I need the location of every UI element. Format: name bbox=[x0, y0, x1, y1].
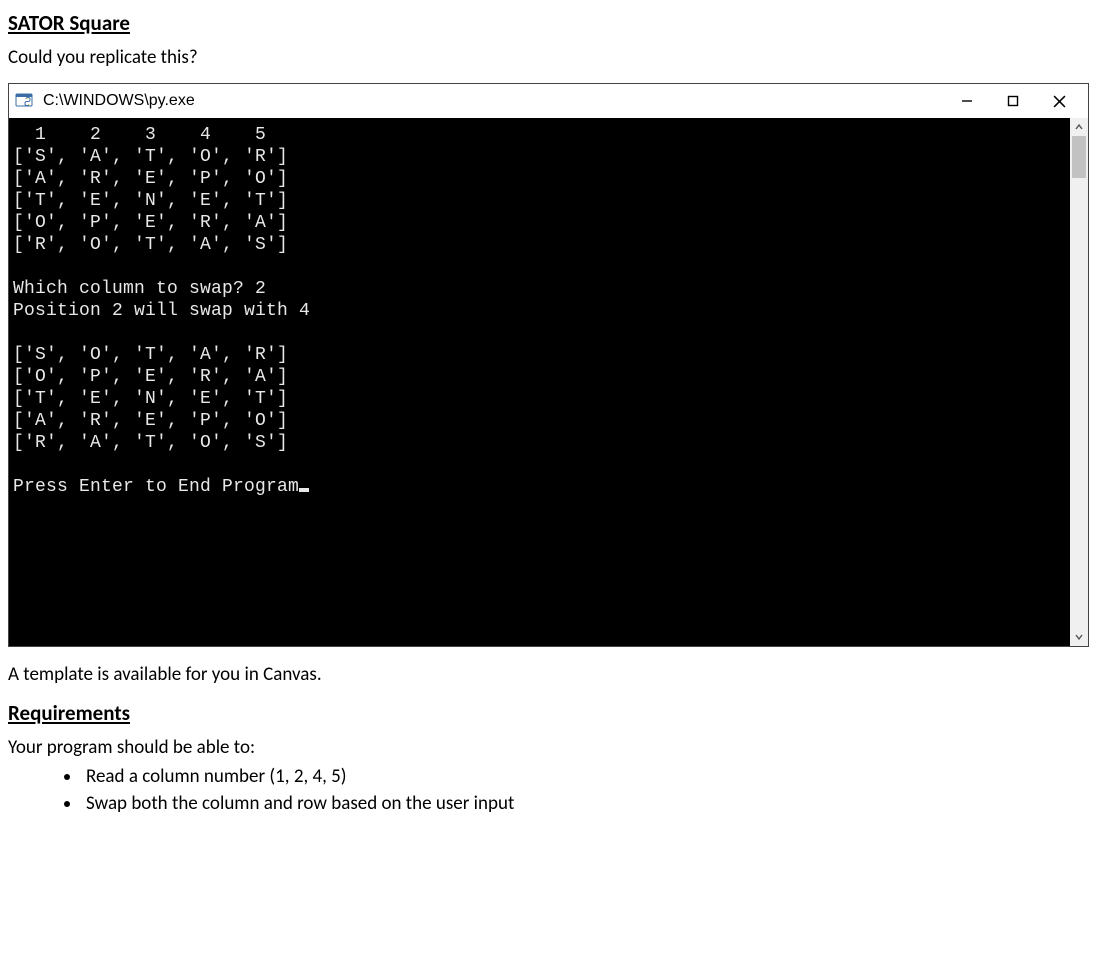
window-title: C:\WINDOWS\py.exe bbox=[43, 92, 195, 110]
maximize-button[interactable] bbox=[990, 86, 1036, 116]
console-output: 1 2 3 4 5 ['S', 'A', 'T', 'O', 'R'] ['A'… bbox=[9, 118, 1070, 646]
scroll-down-icon[interactable] bbox=[1070, 628, 1088, 646]
template-note: A template is available for you in Canva… bbox=[8, 663, 1105, 686]
scroll-up-icon[interactable] bbox=[1070, 118, 1088, 136]
window-titlebar: C:\WINDOWS\py.exe bbox=[9, 84, 1088, 118]
list-item: Read a column number (1, 2, 4, 5) bbox=[82, 765, 1105, 788]
requirements-heading: Requirements bbox=[8, 700, 1105, 726]
text-cursor bbox=[299, 488, 309, 492]
scrollbar-thumb[interactable] bbox=[1072, 136, 1086, 178]
requirements-intro: Your program should be able to: bbox=[8, 736, 1105, 759]
console-window: C:\WINDOWS\py.exe 1 2 3 4 5 ['S', 'A', '… bbox=[8, 83, 1089, 647]
vertical-scrollbar[interactable] bbox=[1070, 118, 1088, 646]
page-title: SATOR Square bbox=[8, 10, 1105, 36]
requirements-list: Read a column number (1, 2, 4, 5) Swap b… bbox=[8, 765, 1105, 815]
scrollbar-track[interactable] bbox=[1070, 136, 1088, 628]
python-console-icon bbox=[15, 91, 35, 111]
minimize-button[interactable] bbox=[944, 86, 990, 116]
intro-paragraph: Could you replicate this? bbox=[8, 46, 1105, 69]
list-item: Swap both the column and row based on th… bbox=[82, 792, 1105, 815]
close-button[interactable] bbox=[1036, 86, 1082, 116]
